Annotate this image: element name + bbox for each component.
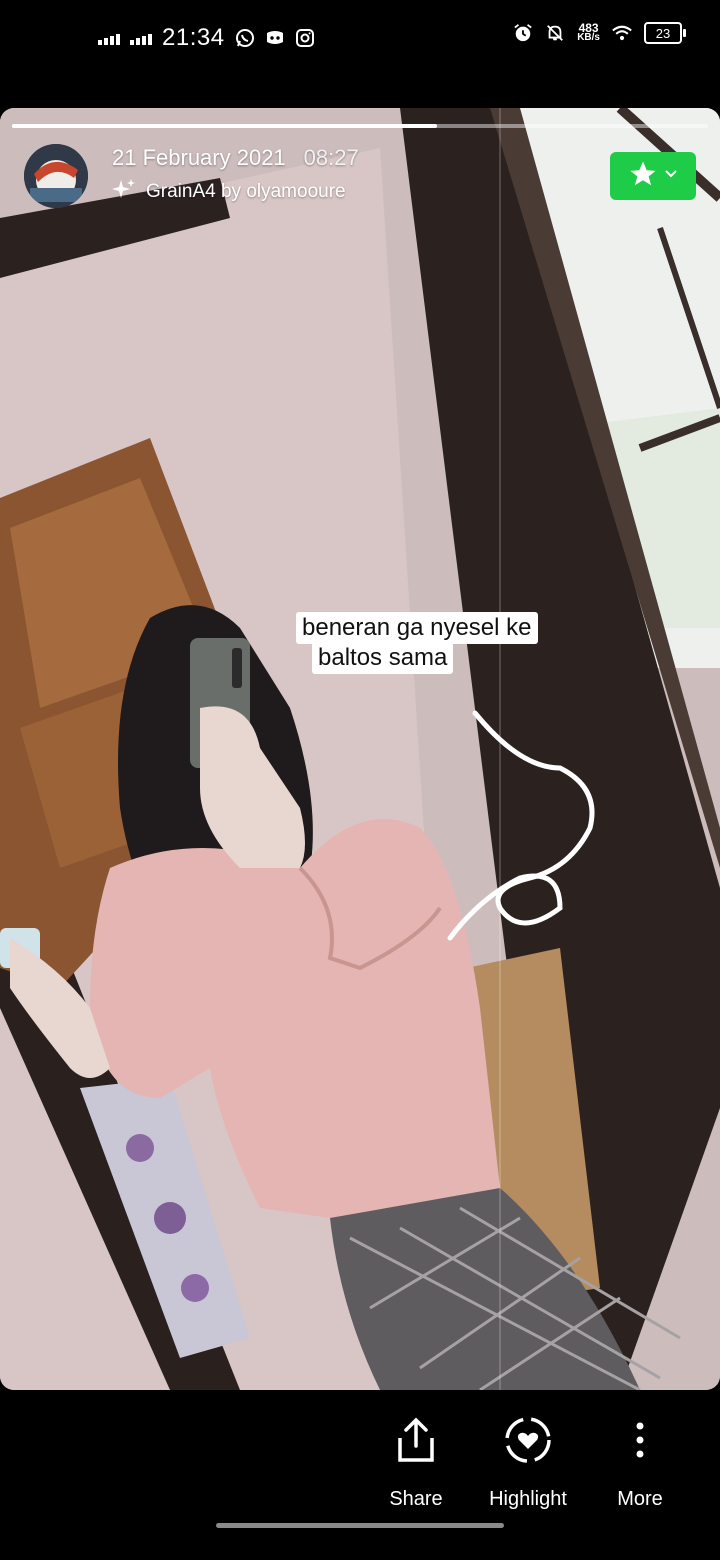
signal-icon [130, 31, 152, 45]
signal-icon [98, 31, 120, 45]
highlight-icon [473, 1410, 583, 1470]
wifi-icon [612, 23, 632, 43]
more-button[interactable]: More [585, 1410, 695, 1511]
share-button[interactable]: Share [361, 1410, 471, 1511]
home-indicator[interactable] [216, 1523, 504, 1528]
favorite-button[interactable] [610, 152, 696, 200]
caption-line-1: beneran ga nyesel ke [296, 612, 538, 644]
caption-line-2: baltos sama [312, 642, 454, 674]
instagram-icon [295, 28, 315, 48]
status-bar: 21:34 483 KB/s 23 [0, 0, 720, 80]
story-actions: Share Highlight More [0, 1400, 720, 1530]
chevron-down-icon [664, 167, 678, 186]
whatsapp-icon [235, 28, 255, 48]
story-caption: beneran ga nyesel ke baltos sama [296, 612, 538, 674]
more-label: More [617, 1488, 663, 1510]
mute-icon [545, 23, 565, 43]
story-progress [12, 124, 708, 128]
story-photo [0, 108, 720, 1390]
net-speed: 483 KB/s [577, 21, 600, 43]
alarm-icon [513, 23, 533, 43]
filter-credit[interactable]: GrainA4 by olyamooure [146, 181, 346, 203]
more-icon [585, 1410, 695, 1470]
highlight-button[interactable]: Highlight [473, 1410, 583, 1511]
status-time: 21:34 [162, 24, 225, 51]
story-time: 08:27 [303, 145, 359, 170]
story-header: 21 February 2021 08:27 GrainA4 by olyamo… [24, 144, 359, 208]
share-label: Share [389, 1488, 443, 1510]
story-date: 21 February 2021 [112, 145, 286, 170]
story-progress-fill [12, 124, 437, 128]
sparkle-icon [112, 177, 136, 207]
share-icon [361, 1410, 471, 1470]
star-icon [628, 159, 658, 194]
highlight-label: Highlight [489, 1488, 567, 1510]
battery-icon: 23 [644, 22, 686, 44]
avatar[interactable] [24, 144, 88, 208]
story-viewer[interactable]: 21 February 2021 08:27 GrainA4 by olyamo… [0, 108, 720, 1390]
discord-icon [265, 28, 285, 48]
